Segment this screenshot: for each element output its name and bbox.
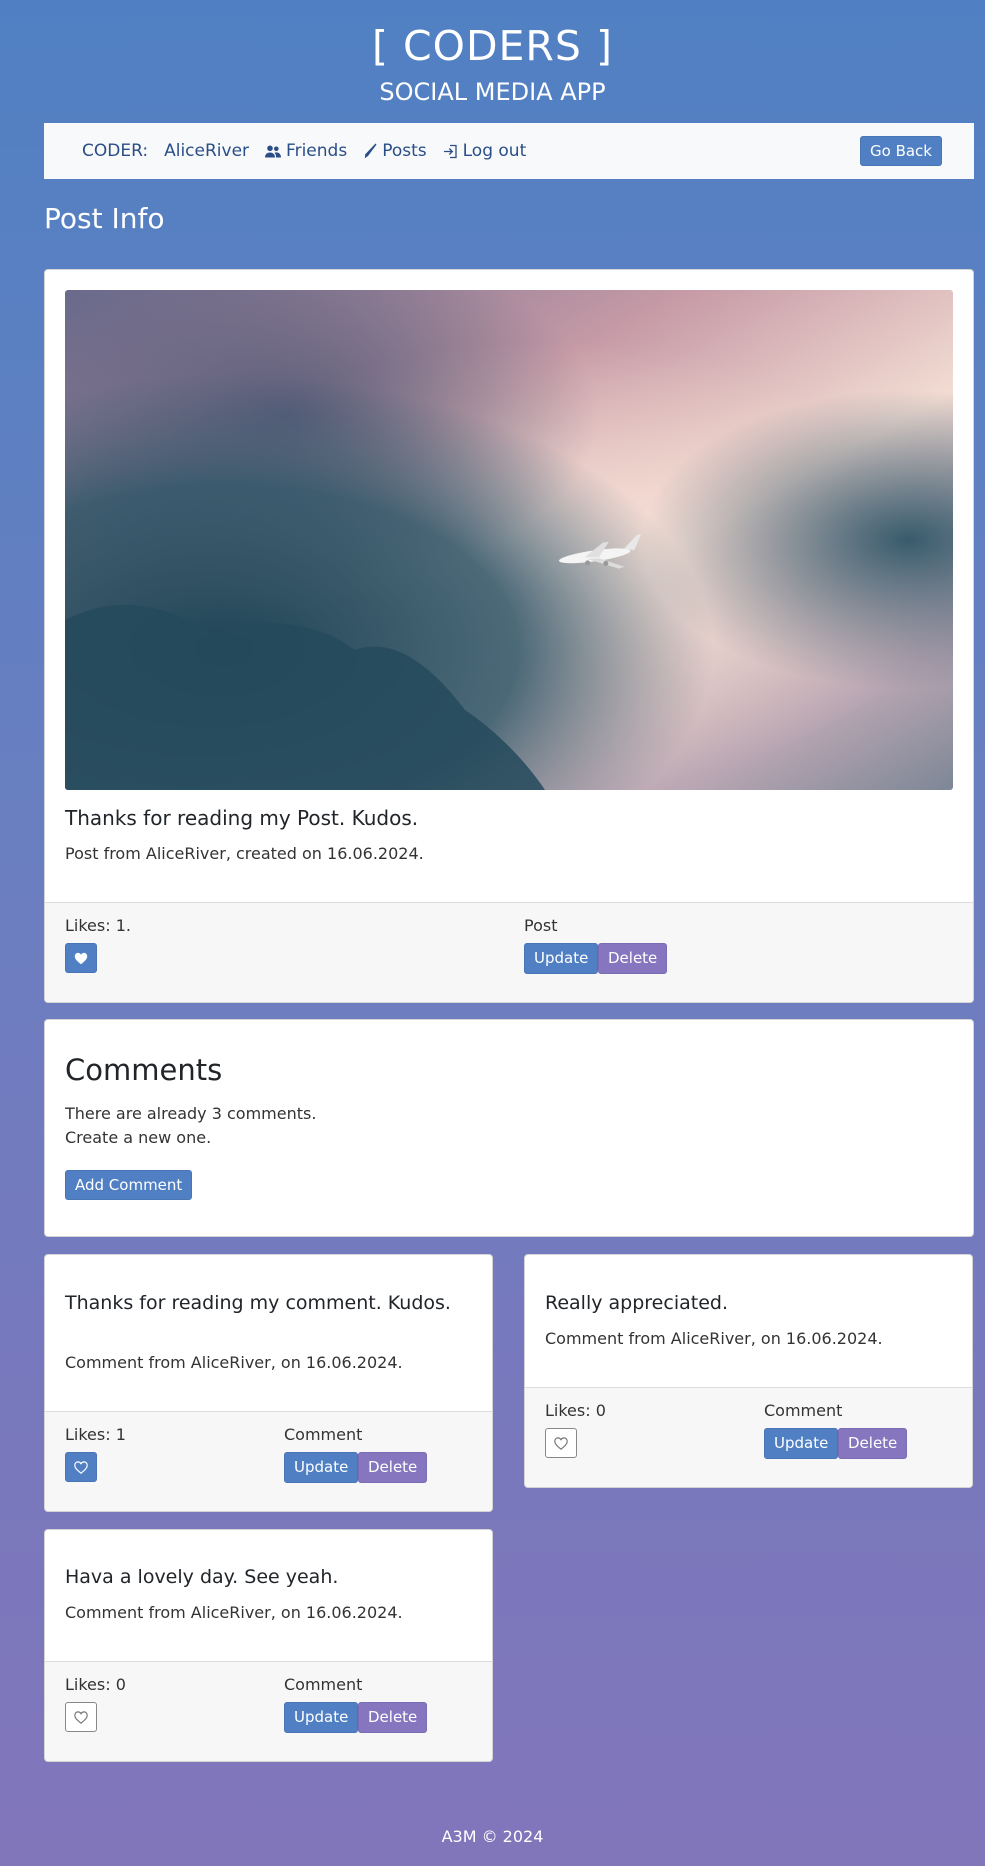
comment-card: Hava a lovely day. See yeah. Comment fro…: [44, 1529, 493, 1762]
app-title: [ CODERS ]: [372, 22, 613, 70]
post-title: Thanks for reading my Post. Kudos.: [65, 806, 419, 830]
comment-likes-count: Likes: 1: [65, 1425, 126, 1444]
post-card: Thanks for reading my Post. Kudos. Post …: [44, 269, 974, 1003]
pen-icon: [364, 143, 377, 159]
post-like-button[interactable]: [65, 943, 97, 973]
navbar: CODER: AliceRiver Friends Posts Log out …: [44, 123, 974, 179]
comments-title: Comments: [65, 1053, 223, 1087]
heart-icon: [554, 1436, 568, 1450]
coder-label: CODER:: [82, 141, 149, 161]
comment-delete-button[interactable]: Delete: [358, 1702, 428, 1733]
comment-like-button[interactable]: [65, 1452, 97, 1482]
comment-title: Thanks for reading my comment. Kudos.: [65, 1292, 451, 1314]
comment-title: Hava a lovely day. See yeah.: [65, 1566, 339, 1588]
post-footer: Likes: 1. Post Update Delete: [45, 902, 973, 1002]
comment-delete-button[interactable]: Delete: [358, 1452, 428, 1483]
post-likes-count: Likes: 1.: [65, 916, 131, 935]
comment-card: Really appreciated. Comment from AliceRi…: [524, 1254, 973, 1488]
post-delete-button[interactable]: Delete: [598, 943, 668, 974]
go-back-button[interactable]: Go Back: [860, 136, 942, 166]
comment-likes-count: Likes: 0: [545, 1401, 606, 1420]
comment-title: Really appreciated.: [545, 1292, 728, 1314]
comment-section-label: Comment: [764, 1401, 843, 1420]
comment-card: Thanks for reading my comment. Kudos. Co…: [44, 1254, 493, 1512]
comment-like-button[interactable]: [545, 1428, 577, 1458]
heart-icon: [74, 1710, 88, 1724]
comment-section-label: Comment: [284, 1675, 363, 1694]
comments-create-text: Create a new one.: [65, 1128, 212, 1147]
comment-footer: Likes: 1 Comment Update Delete: [45, 1411, 492, 1511]
comments-card: Comments There are already 3 comments. C…: [44, 1019, 974, 1237]
nav-posts-label: Posts: [382, 141, 427, 161]
nav-logout-label: Log out: [462, 141, 527, 161]
post-section-label: Post: [524, 916, 558, 935]
nav-logout-link[interactable]: Log out: [443, 141, 527, 161]
login-arrow-icon: [443, 144, 457, 158]
comment-delete-button[interactable]: Delete: [838, 1428, 908, 1459]
comment-meta: Comment from AliceRiver, on 16.06.2024.: [65, 1353, 403, 1372]
nav-friends-link[interactable]: Friends: [265, 141, 347, 161]
page-title: Post Info: [44, 202, 165, 235]
comment-meta: Comment from AliceRiver, on 16.06.2024.: [65, 1603, 403, 1622]
comment-update-button[interactable]: Update: [284, 1452, 359, 1483]
comment-like-button[interactable]: [65, 1702, 97, 1732]
comments-count-text: There are already 3 comments.: [65, 1104, 317, 1123]
post-meta: Post from AliceRiver, created on 16.06.2…: [65, 844, 424, 863]
heart-icon: [74, 952, 88, 964]
comment-footer: Likes: 0 Comment Update Delete: [525, 1387, 972, 1487]
add-comment-button[interactable]: Add Comment: [65, 1170, 193, 1200]
people-icon: [265, 145, 282, 157]
post-update-button[interactable]: Update: [524, 943, 599, 974]
comment-footer: Likes: 0 Comment Update Delete: [45, 1661, 492, 1761]
nav-posts-link[interactable]: Posts: [363, 141, 427, 161]
nav-friends-label: Friends: [286, 141, 348, 161]
post-image: [65, 290, 953, 790]
comment-section-label: Comment: [284, 1425, 363, 1444]
comment-meta: Comment from AliceRiver, on 16.06.2024.: [545, 1329, 883, 1348]
comment-update-button[interactable]: Update: [284, 1702, 359, 1733]
comment-likes-count: Likes: 0: [65, 1675, 126, 1694]
footer-text: A3M © 2024: [441, 1827, 544, 1846]
app-subtitle: SOCIAL MEDIA APP: [379, 78, 606, 106]
comment-update-button[interactable]: Update: [764, 1428, 839, 1459]
heart-icon: [74, 1460, 88, 1474]
nav-username-link[interactable]: AliceRiver: [164, 141, 249, 161]
